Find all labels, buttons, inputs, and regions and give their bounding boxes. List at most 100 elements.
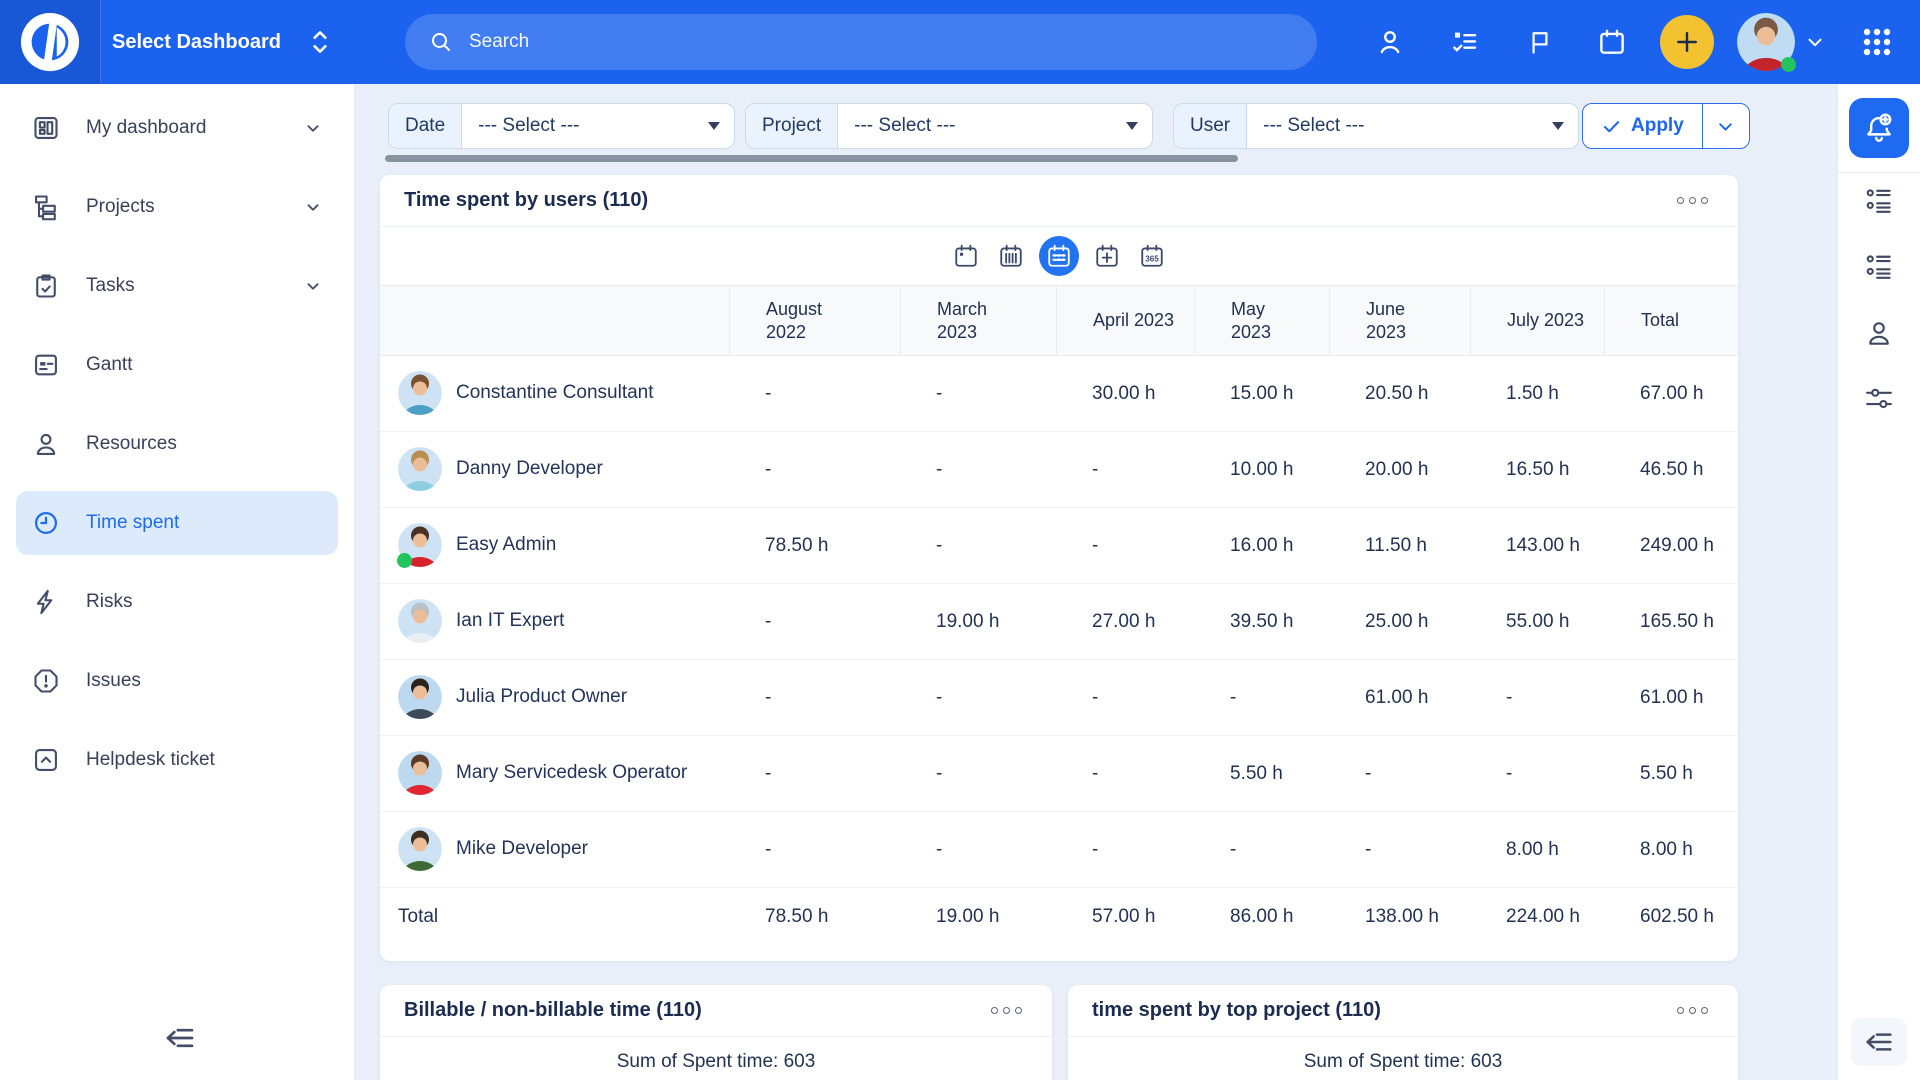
rightbar-collapse-button[interactable] (1851, 1018, 1907, 1066)
calendar-quarter-view-button[interactable] (1090, 239, 1124, 273)
sidebar-item-issues[interactable]: Issues (16, 649, 338, 713)
left-sidebar: My dashboard Projects Tasks Gantt Resour… (0, 84, 355, 1080)
total-label-cell: Total (380, 902, 729, 932)
hours-cell: 11.50 h (1329, 508, 1470, 583)
avatar-dropdown[interactable] (1796, 0, 1834, 84)
filter-project-select[interactable]: --- Select --- (838, 104, 1126, 148)
hours-cell: 10.00 h (1194, 432, 1329, 507)
hours-cell: - (729, 432, 900, 507)
person-icon (1375, 27, 1405, 57)
search-input[interactable] (467, 30, 1231, 54)
user-cell[interactable]: Julia Product Owner (380, 660, 729, 735)
sidebar-item-time-spent[interactable]: Time spent (16, 491, 338, 555)
card-menu-button[interactable] (1671, 1001, 1714, 1020)
sidebar-item-label: Risks (86, 591, 324, 613)
profile-icon-button[interactable] (1366, 0, 1414, 84)
quick-add-button[interactable] (1660, 15, 1714, 69)
total-hours-cell: 224.00 h (1470, 906, 1604, 928)
sidebar-item-projects[interactable]: Projects (16, 175, 338, 239)
hours-cell: - (900, 508, 1056, 583)
column-header: March 2023 (900, 286, 1056, 355)
sidebar-item-tasks[interactable]: Tasks (16, 254, 338, 318)
unfold-chevrons-icon (307, 27, 333, 57)
hours-cell: 30.00 h (1056, 356, 1194, 431)
hours-cell: 20.00 h (1329, 432, 1470, 507)
horizontal-scrollbar-thumb[interactable] (385, 155, 1238, 162)
table-row: Constantine Consultant--30.00 h15.00 h20… (380, 356, 1738, 432)
app-logo[interactable] (0, 0, 101, 84)
calendar-week-view-button[interactable] (994, 239, 1028, 273)
calendar-year-view-button[interactable]: 365 (1135, 239, 1169, 273)
select-arrow-icon (708, 122, 720, 130)
hours-cell: 165.50 h (1604, 584, 1735, 659)
column-header: June 2023 (1329, 286, 1470, 355)
search-bar (405, 14, 1317, 70)
saved-list-button-2[interactable] (1838, 239, 1920, 295)
task-list-button[interactable] (1441, 0, 1489, 84)
chevron-down-icon (1715, 116, 1736, 137)
table-row: Ian IT Expert-19.00 h27.00 h39.50 h25.00… (380, 584, 1738, 660)
notifications-button[interactable] (1849, 98, 1909, 158)
apply-options-button[interactable] (1702, 104, 1749, 148)
hours-cell: 39.50 h (1194, 584, 1329, 659)
user-cell[interactable]: Mike Developer (380, 812, 729, 887)
calendar-button[interactable] (1588, 0, 1636, 84)
dashboard-selector[interactable]: Select Dashboard (112, 0, 333, 84)
bulleted-list-icon (1864, 186, 1894, 216)
chevron-down-icon (302, 196, 324, 218)
card-menu-button[interactable] (1671, 191, 1714, 210)
filter-date: Date --- Select --- (388, 103, 735, 149)
filter-settings-button[interactable] (1838, 371, 1920, 427)
saved-list-button-1[interactable] (1838, 173, 1920, 229)
card-title: Time spent by users (110) (404, 189, 1671, 212)
user-cell[interactable]: Mary Servicedesk Operator (380, 736, 729, 811)
filter-user-select[interactable]: --- Select --- (1247, 104, 1552, 148)
check-icon (1601, 116, 1622, 137)
sidebar-item-gantt[interactable]: Gantt (16, 333, 338, 397)
hours-cell: 16.00 h (1194, 508, 1329, 583)
user-cell[interactable]: Ian IT Expert (380, 584, 729, 659)
sidebar-item-my-dashboard[interactable]: My dashboard (16, 96, 338, 160)
avatar (398, 447, 442, 491)
flag-icon (1526, 28, 1554, 56)
alert-octagon-icon (32, 667, 60, 695)
lightning-icon (32, 588, 60, 616)
sidebar-item-resources[interactable]: Resources (16, 412, 338, 476)
user-cell[interactable]: Easy Admin (380, 508, 729, 583)
flag-button[interactable] (1516, 0, 1564, 84)
hours-cell: 20.50 h (1329, 356, 1470, 431)
hours-cell: 27.00 h (1056, 584, 1194, 659)
svg-text:365: 365 (1145, 254, 1159, 263)
apply-button[interactable]: Apply (1583, 104, 1702, 148)
chevron-down-icon (302, 117, 324, 139)
sidebar-item-label: Time spent (86, 512, 324, 534)
avatar (398, 751, 442, 795)
apps-grid-button[interactable] (1848, 0, 1906, 84)
sidebar-item-helpdesk-ticket[interactable]: Helpdesk ticket (16, 728, 338, 792)
user-name: Ian IT Expert (456, 610, 564, 631)
card-menu-button[interactable] (985, 1001, 1028, 1020)
hours-cell: - (729, 356, 900, 431)
filter-date-select[interactable]: --- Select --- (462, 104, 708, 148)
avatar (398, 827, 442, 871)
calendar-month-view-button[interactable] (1039, 236, 1079, 276)
people-panel-button[interactable] (1838, 305, 1920, 361)
hours-cell: - (1329, 812, 1470, 887)
hours-cell: - (1056, 508, 1194, 583)
column-header-user (380, 286, 729, 355)
hours-cell: 5.50 h (1604, 736, 1735, 811)
collapse-left-icon (1863, 1026, 1895, 1058)
filter-label: User (1174, 104, 1247, 148)
sidebar-item-label: Tasks (86, 275, 302, 297)
user-avatar-menu[interactable] (1737, 13, 1795, 71)
calendar-day-view-button[interactable] (949, 239, 983, 273)
sidebar-collapse-button[interactable] (152, 1016, 208, 1060)
user-cell[interactable]: Danny Developer (380, 432, 729, 507)
user-cell[interactable]: Constantine Consultant (380, 356, 729, 431)
sidebar-item-risks[interactable]: Risks (16, 570, 338, 634)
total-hours-cell: 78.50 h (729, 906, 900, 928)
select-arrow-icon (1552, 122, 1564, 130)
table-row: Easy Admin78.50 h--16.00 h11.50 h143.00 … (380, 508, 1738, 584)
hours-cell: - (900, 432, 1056, 507)
hours-cell: - (900, 812, 1056, 887)
